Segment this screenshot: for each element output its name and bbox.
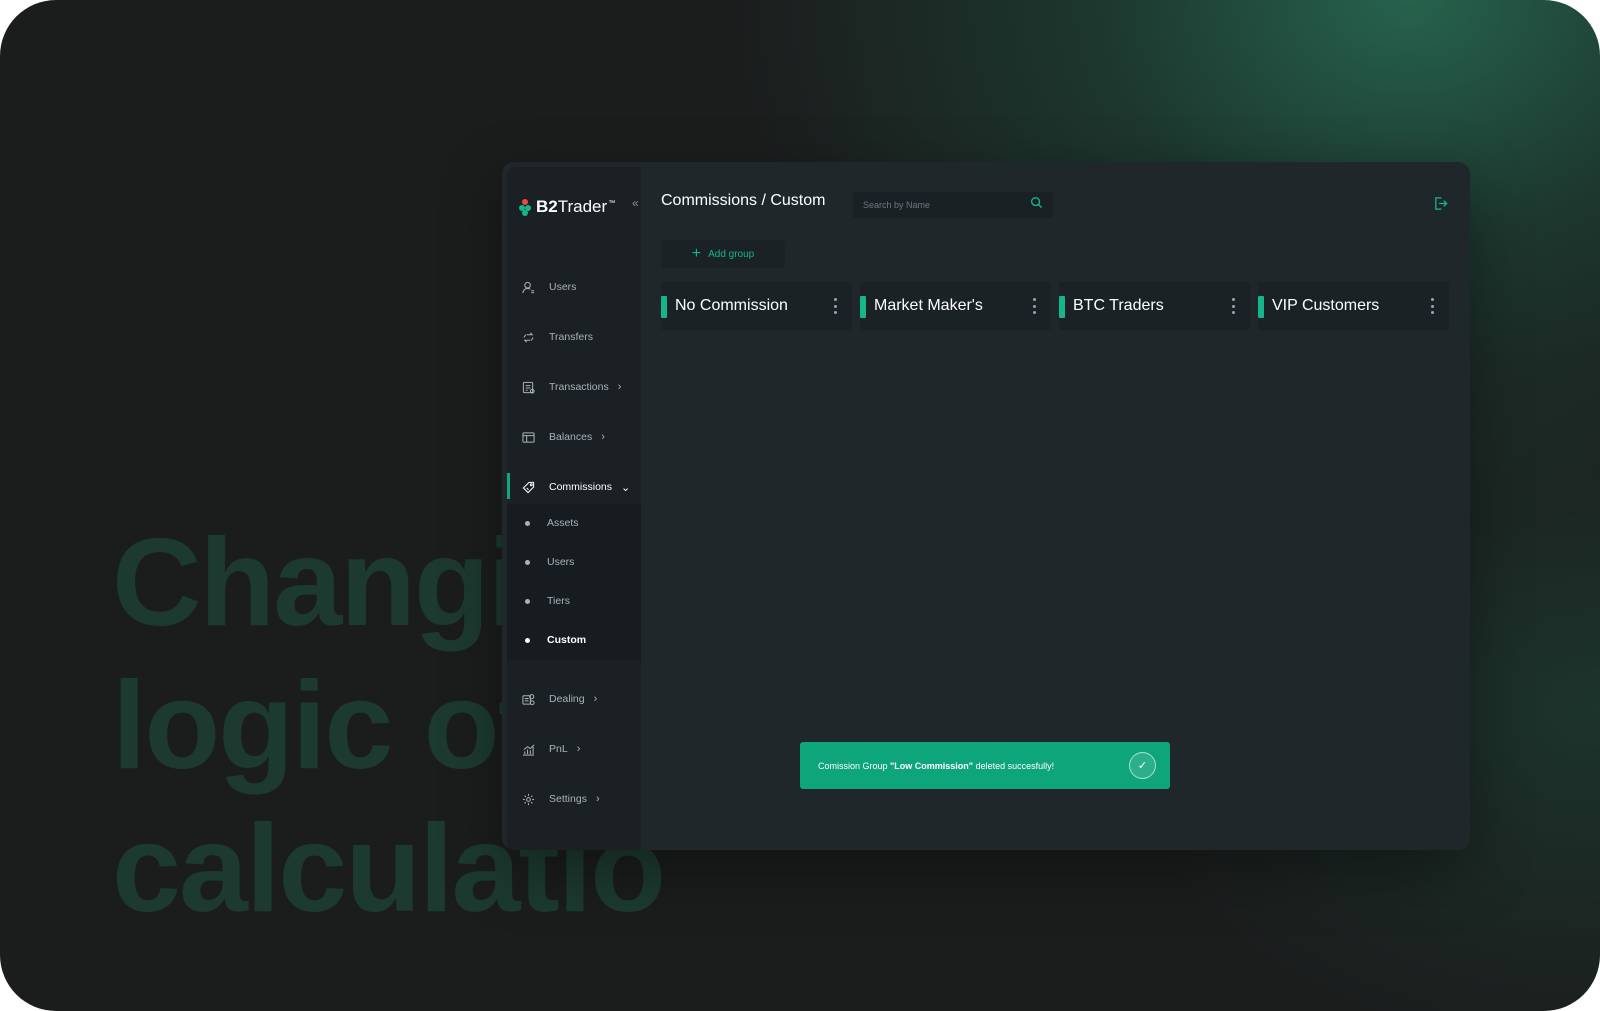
card-accent (1059, 296, 1065, 318)
more-vertical-icon[interactable] (1228, 298, 1238, 314)
bullet-icon (525, 637, 530, 643)
card-accent (661, 296, 667, 318)
sidebar-item-pnl[interactable]: PnL › (507, 734, 641, 764)
submenu-item-assets[interactable]: Assets (507, 510, 641, 536)
submenu-item-label: Assets (547, 517, 579, 529)
sidebar-item-balances[interactable]: Balances › (507, 422, 641, 452)
chevron-right-icon: › (595, 793, 600, 805)
commissions-submenu: Assets Users Tiers Custom (507, 504, 641, 660)
submenu-item-custom[interactable]: Custom (507, 627, 641, 653)
sidebar-item-transactions[interactable]: Transactions › (507, 372, 641, 402)
chevron-down-icon: ⌄ (621, 481, 631, 494)
add-group-label: Add group (708, 248, 755, 260)
logout-icon[interactable] (1433, 196, 1448, 216)
sidebar: B2Trader ™ Users Transfers Transactions … (507, 167, 641, 850)
page-title: Commissions / Custom (661, 192, 826, 209)
bullet-icon (525, 559, 530, 565)
chevron-right-icon: › (593, 693, 598, 705)
group-card[interactable]: Market Maker's (860, 282, 1051, 330)
submenu-item-label: Users (547, 556, 575, 568)
check-icon[interactable]: ✓ (1129, 752, 1156, 779)
gear-icon (521, 792, 535, 806)
trademark: ™ (608, 199, 616, 207)
group-card[interactable]: VIP Customers (1258, 282, 1449, 330)
chart-icon (521, 742, 535, 756)
chevron-right-icon: › (576, 743, 581, 755)
brand-logo[interactable]: B2Trader ™ (519, 197, 615, 217)
sidebar-item-dealing[interactable]: Dealing › (507, 684, 641, 714)
group-name: No Commission (675, 297, 788, 314)
app-window: B2Trader ™ Users Transfers Transactions … (502, 162, 1470, 850)
search-box (853, 192, 1053, 218)
search-icon[interactable] (1030, 196, 1043, 214)
logo-mark-icon (519, 198, 532, 216)
group-card[interactable]: No Commission (661, 282, 852, 330)
submenu-item-users[interactable]: Users (507, 549, 641, 575)
toast-message: Comission Group "Low Commission" deleted… (818, 760, 1055, 771)
active-indicator (507, 473, 510, 499)
group-name: BTC Traders (1073, 297, 1164, 314)
sidebar-item-label: Balances (549, 431, 593, 443)
sidebar-item-label: Transfers (549, 331, 593, 343)
add-group-button[interactable]: + Add group (661, 240, 785, 268)
card-accent (860, 296, 866, 318)
dealing-icon (521, 692, 535, 706)
collapse-sidebar-icon[interactable]: « (632, 196, 639, 210)
success-toast: Comission Group "Low Commission" deleted… (800, 742, 1170, 789)
card-accent (1258, 296, 1264, 318)
balances-icon (521, 430, 535, 444)
tag-icon (521, 480, 535, 494)
plus-icon: + (691, 245, 702, 262)
slide-frame: Changi logic of calculatio B2Trader ™ Us… (0, 0, 1600, 1011)
sidebar-item-commissions[interactable]: Commissions ⌄ (507, 472, 641, 502)
user-icon (521, 280, 535, 294)
sidebar-item-label: PnL (549, 743, 568, 755)
transactions-icon (521, 380, 535, 394)
transfer-icon (521, 330, 535, 344)
submenu-item-label: Tiers (547, 595, 570, 607)
bullet-icon (525, 598, 530, 604)
group-card[interactable]: BTC Traders (1059, 282, 1250, 330)
sidebar-item-settings[interactable]: Settings › (507, 784, 641, 814)
bullet-icon (525, 520, 530, 526)
brand-name: B2Trader (536, 197, 608, 216)
group-name: VIP Customers (1272, 297, 1380, 314)
chevron-right-icon: › (617, 381, 622, 393)
sidebar-item-transfers[interactable]: Transfers (507, 322, 641, 352)
more-vertical-icon[interactable] (1427, 298, 1437, 314)
sidebar-item-label: Dealing (549, 693, 585, 705)
group-name: Market Maker's (874, 297, 983, 314)
submenu-item-label: Custom (547, 634, 587, 646)
sidebar-item-users[interactable]: Users (507, 272, 641, 302)
more-vertical-icon[interactable] (830, 298, 840, 314)
sidebar-item-label: Commissions (549, 481, 613, 493)
sidebar-item-label: Transactions (549, 381, 609, 393)
submenu-item-tiers[interactable]: Tiers (507, 588, 641, 614)
search-input[interactable] (863, 200, 1030, 210)
sidebar-item-label: Settings (549, 793, 587, 805)
chevron-right-icon: › (601, 431, 605, 443)
sidebar-item-label: Users (549, 281, 577, 293)
more-vertical-icon[interactable] (1029, 298, 1039, 314)
